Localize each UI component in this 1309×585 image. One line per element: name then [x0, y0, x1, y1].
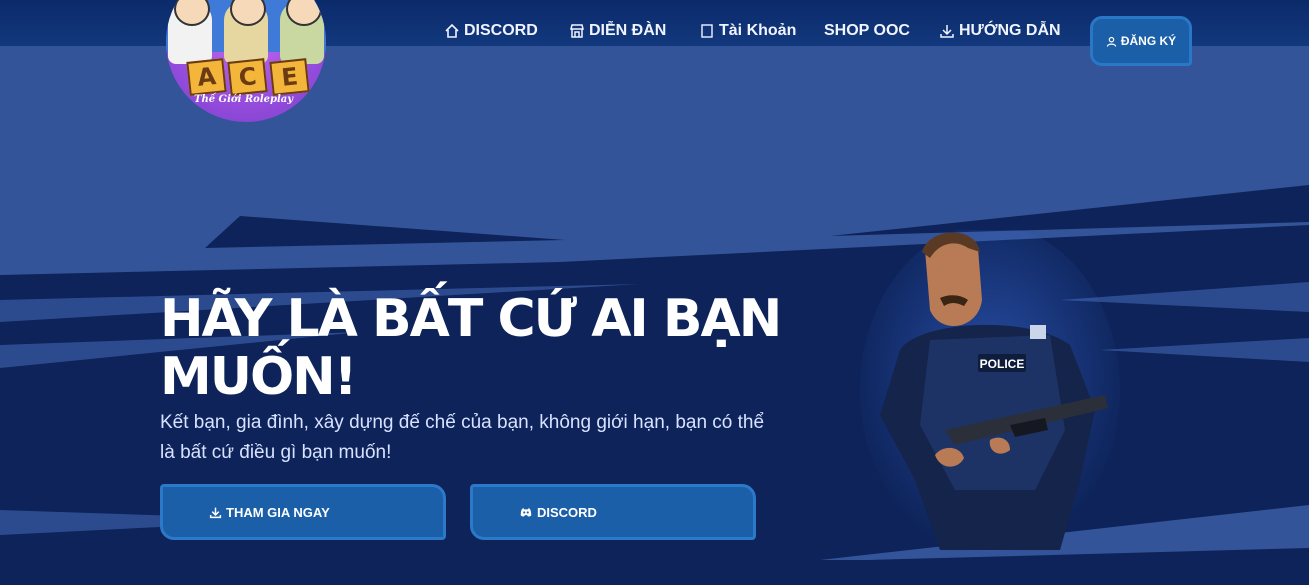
hero-title: HÃY LÀ BẤT CỨ AI BẠN MUỐN! — [160, 289, 782, 407]
nav-item-label: HƯỚNG DẪN — [959, 22, 1061, 39]
nav-item-shop-ooc[interactable]: SHOP OOC — [824, 22, 910, 40]
nav-item-account[interactable]: Tài Khoản — [699, 22, 796, 40]
join-now-button[interactable]: THAM GIA NGAY — [160, 484, 446, 540]
nav-item-label: SHOP OOC — [824, 22, 910, 39]
nav-item-discord[interactable]: DISCORD — [444, 22, 538, 40]
nav-item-label: Tài Khoản — [719, 22, 797, 39]
hero-subtitle: Kết bạn, gia đình, xây dựng đế chế của b… — [160, 412, 765, 463]
user-icon — [1106, 36, 1117, 47]
signup-button[interactable]: ĐĂNG KÝ — [1090, 16, 1192, 66]
logo-tagline: Thế Giới Roleplay — [194, 94, 294, 105]
nav-item-forum[interactable]: DIỄN ĐÀN — [569, 22, 666, 40]
logo-letter: C — [227, 58, 269, 96]
home-icon — [445, 23, 459, 38]
download-icon — [940, 25, 954, 38]
logo-character — [280, 0, 324, 64]
discord-button[interactable]: DISCORD — [470, 484, 756, 540]
nav-item-label: DISCORD — [464, 22, 538, 39]
nav-item-guide[interactable]: HƯỚNG DẪN — [939, 22, 1061, 40]
store-icon — [570, 24, 584, 38]
join-now-label: THAM GIA NGAY — [226, 504, 330, 520]
user-square-icon — [701, 24, 713, 38]
signup-label: ĐĂNG KÝ — [1120, 34, 1177, 48]
logo-letter: E — [268, 58, 310, 96]
logo-character — [168, 0, 212, 64]
discord-icon — [520, 508, 532, 517]
discord-label: DISCORD — [537, 504, 597, 520]
nav-item-label: DIỄN ĐÀN — [589, 22, 667, 39]
logo-letters: A C E — [186, 58, 310, 96]
logo-letter: A — [186, 58, 228, 96]
download-icon — [209, 507, 222, 518]
police-officer-image: POLICE — [860, 230, 1120, 555]
logo-character — [224, 0, 268, 64]
police-badge-text: POLICE — [980, 357, 1025, 371]
